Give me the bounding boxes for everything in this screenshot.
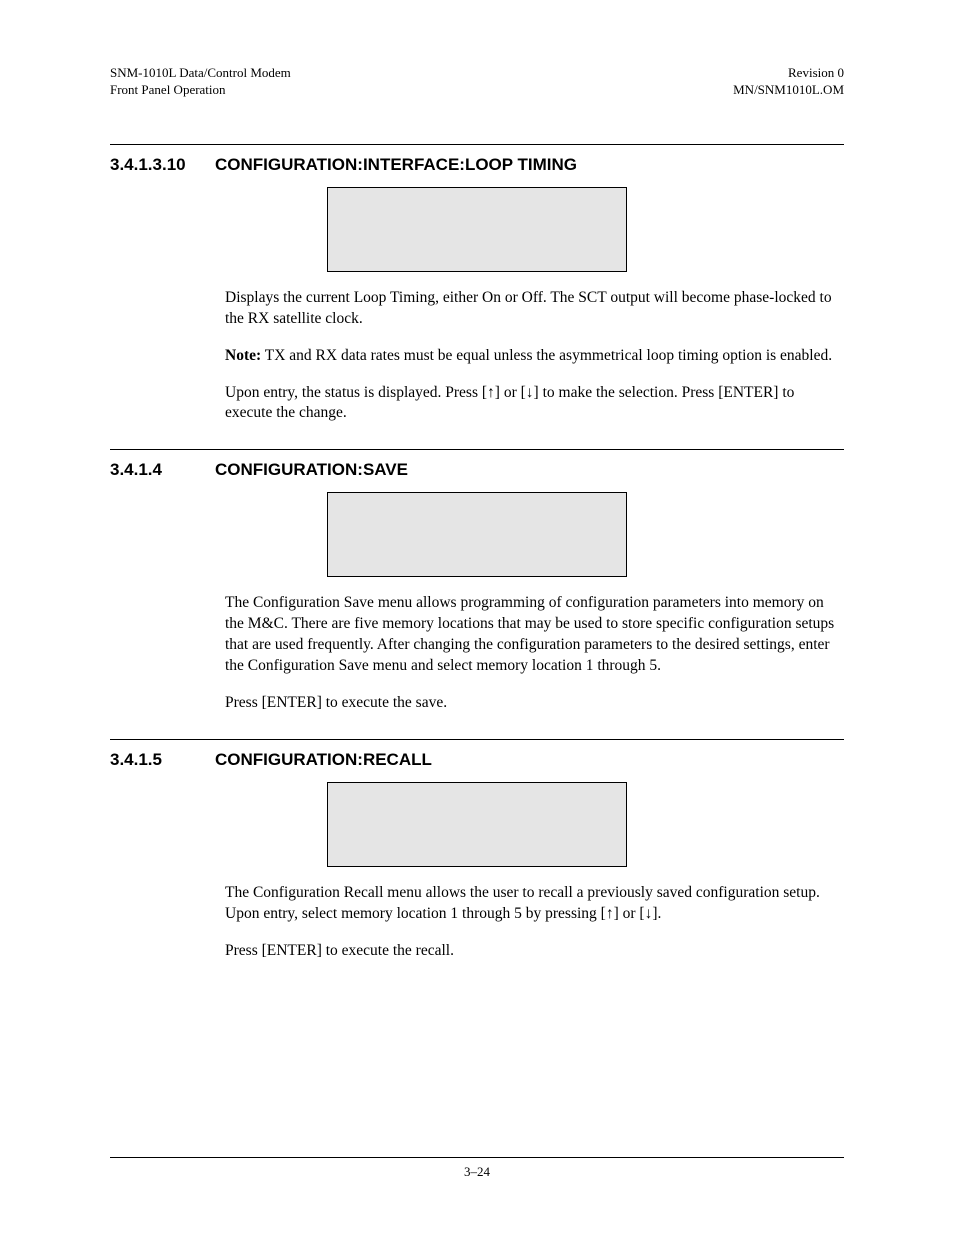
page-number: 3–24 <box>464 1164 490 1179</box>
section-heading: 3.4.1.3.10 CONFIGURATION:INTERFACE:LOOP … <box>110 155 844 175</box>
paragraph: The Configuration Save menu allows progr… <box>225 593 844 677</box>
note-label: Note: <box>225 347 261 364</box>
text-fragment: Upon entry, the status is displayed. Pre… <box>225 384 487 401</box>
section-recall: 3.4.1.5 CONFIGURATION:RECALL The Configu… <box>110 739 844 962</box>
section-title: CONFIGURATION:SAVE <box>215 460 844 480</box>
paragraph: The Configuration Recall menu allows the… <box>225 883 844 925</box>
arrow-up-icon: ↑ <box>606 905 614 922</box>
page-footer: 3–24 <box>110 1157 844 1180</box>
paragraph: Upon entry, the status is displayed. Pre… <box>225 383 844 425</box>
header-docnum: MN/SNM1010L.OM <box>733 82 844 99</box>
display-placeholder <box>327 492 627 577</box>
display-placeholder <box>327 782 627 867</box>
page-header: SNM-1010L Data/Control Modem Front Panel… <box>110 65 844 99</box>
text-fragment: ]. <box>652 905 661 922</box>
arrow-up-icon: ↑ <box>487 384 495 401</box>
header-right: Revision 0 MN/SNM1010L.OM <box>733 65 844 99</box>
paragraph: Press [ENTER] to execute the recall. <box>225 941 844 962</box>
header-revision: Revision 0 <box>733 65 844 82</box>
header-product: SNM-1010L Data/Control Modem <box>110 65 291 82</box>
section-save: 3.4.1.4 CONFIGURATION:SAVE The Configura… <box>110 449 844 714</box>
section-title: CONFIGURATION:RECALL <box>215 750 844 770</box>
display-placeholder <box>327 187 627 272</box>
section-heading: 3.4.1.5 CONFIGURATION:RECALL <box>110 750 844 770</box>
section-heading: 3.4.1.4 CONFIGURATION:SAVE <box>110 460 844 480</box>
section-number: 3.4.1.3.10 <box>110 155 215 175</box>
header-left: SNM-1010L Data/Control Modem Front Panel… <box>110 65 291 99</box>
section-number: 3.4.1.5 <box>110 750 215 770</box>
arrow-down-icon: ↓ <box>526 384 534 401</box>
section-number: 3.4.1.4 <box>110 460 215 480</box>
body-text: The Configuration Recall menu allows the… <box>225 883 844 962</box>
section-title: CONFIGURATION:INTERFACE:LOOP TIMING <box>215 155 844 175</box>
section-loop-timing: 3.4.1.3.10 CONFIGURATION:INTERFACE:LOOP … <box>110 144 844 425</box>
note-paragraph: Note: TX and RX data rates must be equal… <box>225 346 844 367</box>
body-text: Displays the current Loop Timing, either… <box>225 288 844 425</box>
text-fragment: The Configuration Recall menu allows the… <box>225 884 820 922</box>
text-fragment: ] or [ <box>495 384 526 401</box>
header-section: Front Panel Operation <box>110 82 291 99</box>
text-fragment: ] or [ <box>614 905 645 922</box>
note-text: TX and RX data rates must be equal unles… <box>261 347 832 364</box>
paragraph: Displays the current Loop Timing, either… <box>225 288 844 330</box>
body-text: The Configuration Save menu allows progr… <box>225 593 844 714</box>
paragraph: Press [ENTER] to execute the save. <box>225 693 844 714</box>
